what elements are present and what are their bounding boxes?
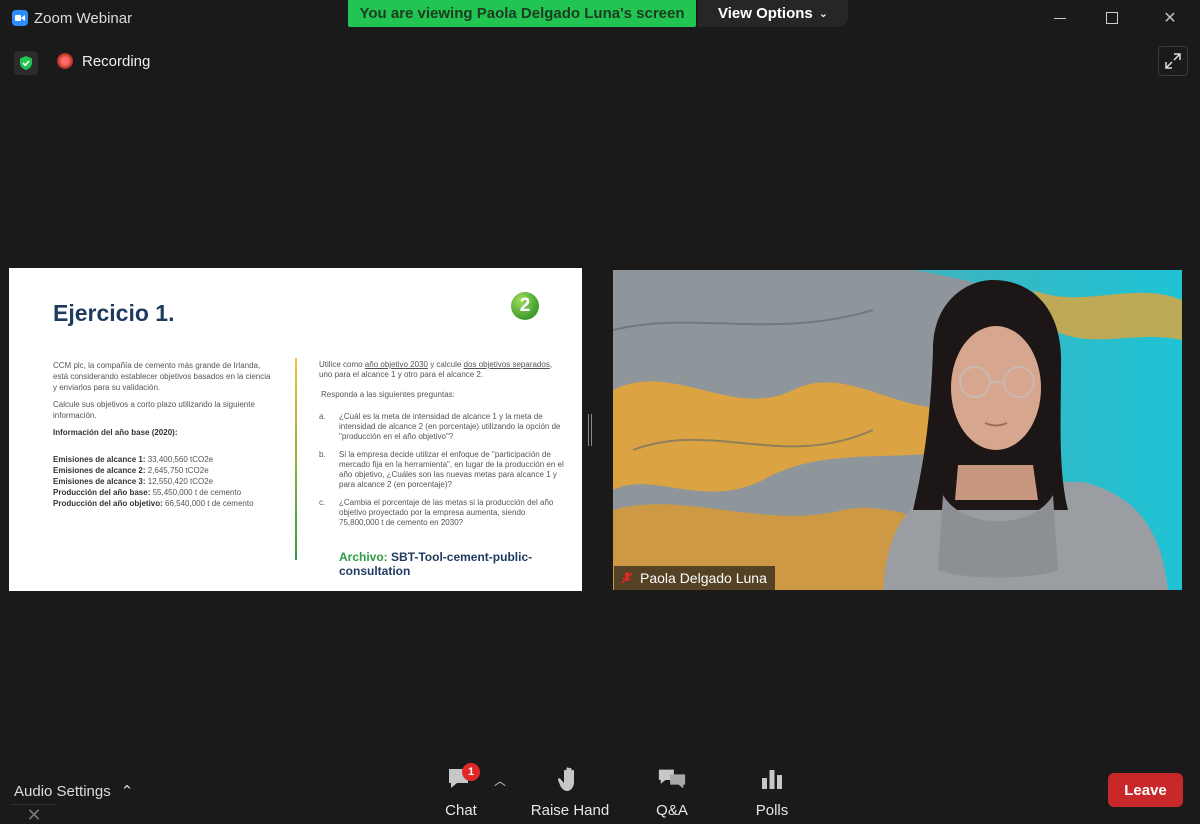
chat-label: Chat xyxy=(445,802,477,819)
question-item: b. Si la empresa decide utilizar el enfoq… xyxy=(319,450,564,489)
polls-button[interactable]: Polls xyxy=(752,764,792,819)
shared-screen-slide: Ejercicio 1. 2 CCM plc, la compañía de c… xyxy=(9,268,582,591)
base-year-heading: Información del año base (2020): xyxy=(53,428,178,437)
slide-number-badge: 2 xyxy=(511,292,539,320)
polls-icon xyxy=(757,764,787,794)
chat-button[interactable]: 1 Chat xyxy=(440,763,482,819)
data-item: Producción del año objetivo: 66,540,000 … xyxy=(53,499,254,508)
close-icon[interactable]: ✕ xyxy=(1160,8,1180,28)
maximize-icon[interactable] xyxy=(1102,8,1122,28)
leave-button[interactable]: Leave xyxy=(1108,773,1183,807)
data-item: Emisiones de alcance 2: 2,645,750 tCO2e xyxy=(53,466,209,475)
zoom-app-icon xyxy=(12,10,28,26)
chat-unread-badge: 1 xyxy=(462,763,480,781)
view-options-button[interactable]: View Options ⌄ xyxy=(698,0,848,27)
question-item: a. ¿Cuál es la meta de intensidad de alca… xyxy=(319,412,561,441)
data-item: Producción del año base: 55,450,000 t de… xyxy=(53,488,242,497)
recording-label: Recording xyxy=(82,53,151,70)
meeting-toolbar: Audio Settings ⌃ ✕ 1 Chat ︿ Raise Hand Q… xyxy=(0,760,1200,824)
shield-check-icon[interactable] xyxy=(14,51,38,75)
chevron-up-icon[interactable]: ︿ xyxy=(494,772,506,789)
qa-icon xyxy=(657,764,687,794)
participant-name: Paola Delgado Luna xyxy=(640,570,767,586)
minimize-icon[interactable] xyxy=(1050,8,1070,28)
qa-button[interactable]: Q&A xyxy=(652,764,692,819)
data-item: Emisiones de alcance 1: 33,400,560 tCO2e xyxy=(53,455,214,464)
participant-video xyxy=(613,270,1182,590)
audio-settings-button[interactable]: Audio Settings ⌃ xyxy=(14,782,134,801)
slide-right-column: Utilice como año objetivo 2030 y calcule… xyxy=(319,360,565,536)
chevron-down-icon: ⌄ xyxy=(818,8,828,20)
close-icon[interactable]: ✕ xyxy=(12,804,56,824)
record-icon xyxy=(57,53,73,69)
panel-resize-handle[interactable] xyxy=(588,414,592,446)
raise-hand-label: Raise Hand xyxy=(530,802,610,819)
slide-intro: Utilice como año objetivo 2030 y calcule… xyxy=(319,360,553,379)
slide-paragraph: Calcule sus objetivos a corto plazo util… xyxy=(53,400,255,420)
raise-hand-button[interactable]: Raise Hand xyxy=(530,764,610,819)
audio-settings-label: Audio Settings xyxy=(14,782,111,800)
qa-label: Q&A xyxy=(656,802,688,819)
polls-label: Polls xyxy=(755,802,789,819)
screen-share-banner: You are viewing Paola Delgado Luna's scr… xyxy=(348,0,696,27)
participant-name-tag: Paola Delgado Luna xyxy=(614,566,775,590)
slide-divider xyxy=(295,358,297,560)
slide-paragraph: CCM plc, la compañía de cemento más gran… xyxy=(53,361,271,392)
file-reference: Archivo: SBT-Tool-cement-public-consulta… xyxy=(339,550,533,578)
fullscreen-icon[interactable] xyxy=(1158,46,1188,76)
view-options-label: View Options xyxy=(718,5,813,22)
data-item: Emisiones de alcance 3: 12,550,420 tCO2e xyxy=(53,477,214,486)
slide-left-column: CCM plc, la compañía de cemento más gran… xyxy=(53,360,273,509)
respond-prompt: Responda a las siguientes preguntas: xyxy=(321,390,455,399)
question-item: c. ¿Cambia el porcentaje de las metas si … xyxy=(319,498,554,527)
window-title: Zoom Webinar xyxy=(34,10,133,27)
slide-title: Ejercicio 1. xyxy=(53,300,175,326)
hand-icon xyxy=(555,764,585,794)
chevron-up-icon: ⌃ xyxy=(120,783,134,800)
mic-off-icon xyxy=(621,572,633,584)
